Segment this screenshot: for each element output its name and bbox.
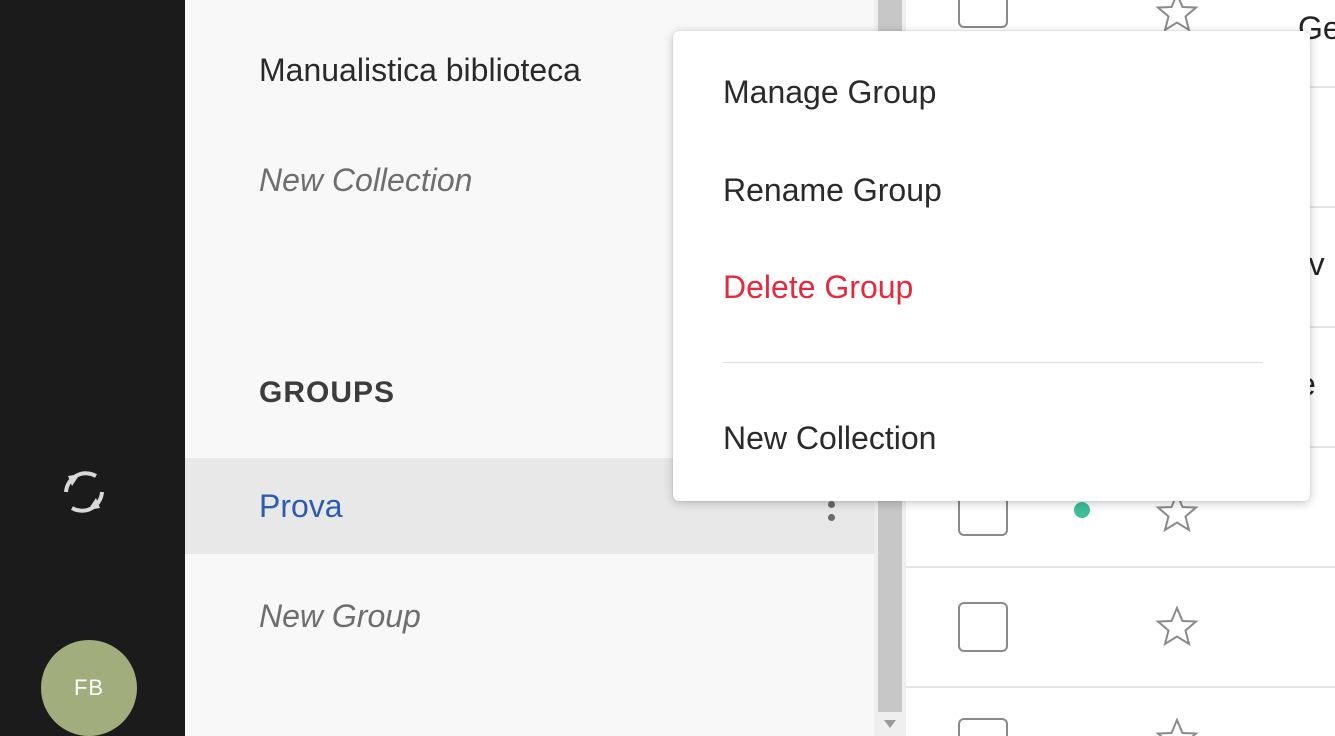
sync-icon[interactable] bbox=[54, 462, 114, 522]
manage-group-menu-item[interactable]: Manage Group bbox=[723, 74, 936, 111]
rename-group-menu-item[interactable]: Rename Group bbox=[723, 172, 942, 209]
new-collection-button[interactable]: New Collection bbox=[259, 162, 472, 199]
row-divider bbox=[906, 566, 1335, 568]
group-context-menu: Manage Group Rename Group Delete Group N… bbox=[673, 31, 1310, 501]
unread-dot-icon bbox=[1074, 502, 1090, 518]
row-checkbox[interactable] bbox=[958, 0, 1008, 28]
row-checkbox[interactable] bbox=[958, 602, 1008, 652]
sidebar-item-collection[interactable]: Manualistica biblioteca bbox=[259, 52, 581, 89]
app-rail: FB bbox=[0, 0, 185, 736]
avatar[interactable]: FB bbox=[41, 640, 137, 736]
star-icon[interactable] bbox=[1154, 604, 1200, 650]
row-divider bbox=[906, 686, 1335, 688]
star-icon[interactable] bbox=[1154, 716, 1200, 736]
delete-group-menu-item[interactable]: Delete Group bbox=[723, 269, 913, 306]
row-checkbox[interactable] bbox=[958, 718, 1008, 736]
scroll-down-arrow-icon[interactable] bbox=[884, 720, 896, 728]
group-label: Prova bbox=[259, 488, 343, 524]
new-collection-menu-item[interactable]: New Collection bbox=[723, 420, 936, 457]
menu-separator bbox=[723, 362, 1263, 363]
new-group-button[interactable]: New Group bbox=[259, 598, 421, 635]
groups-heading: GROUPS bbox=[259, 376, 396, 409]
